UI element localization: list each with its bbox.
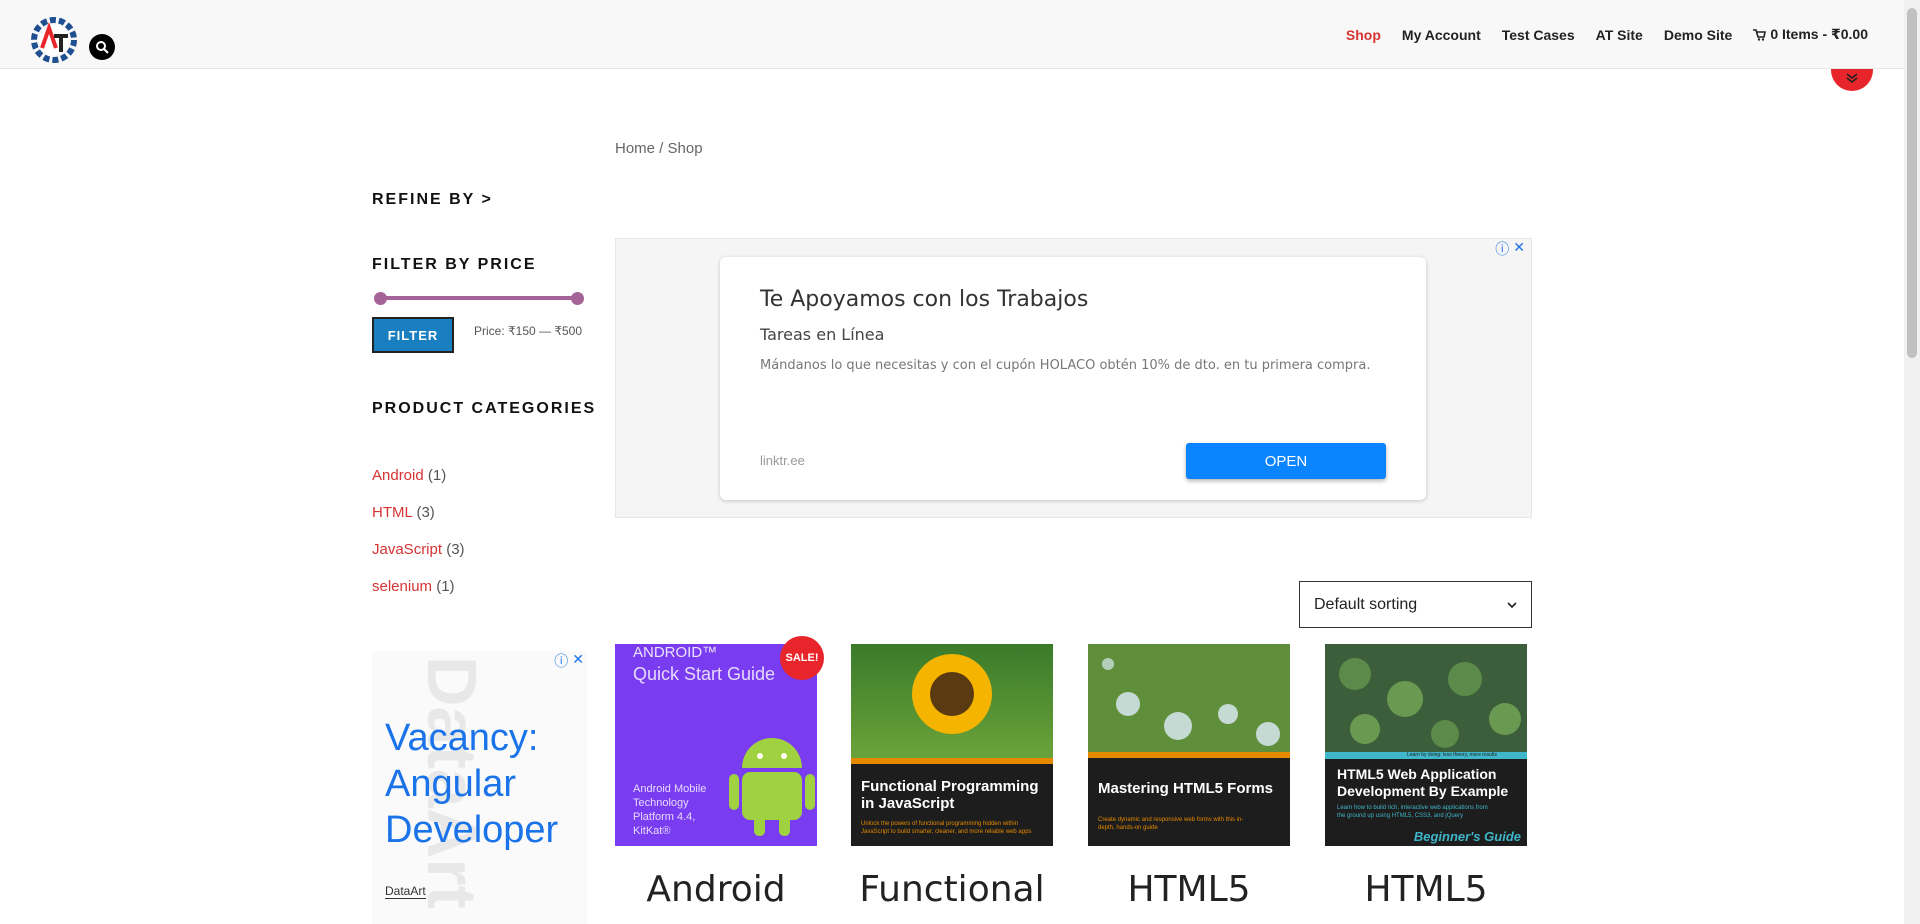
price-slider[interactable] <box>374 292 584 305</box>
close-icon[interactable]: ✕ <box>572 651 584 671</box>
android-mascot-icon <box>729 738 815 836</box>
top-header: Shop My Account Test Cases AT Site Demo … <box>0 0 1904 69</box>
product-image[interactable]: Learn by doing: less theory, more result… <box>1325 644 1527 846</box>
search-button[interactable] <box>89 34 115 60</box>
chevron-down-icon <box>1507 601 1517 608</box>
ad-open-button[interactable]: OPEN <box>1186 443 1386 479</box>
ad-choices[interactable]: ⓘ ✕ <box>1495 239 1525 259</box>
cover-band: Learn by doing: less theory, more result… <box>1325 752 1527 759</box>
sidebar-ad[interactable]: DataArt ⓘ ✕ Vacancy: Angular Developer Da… <box>372 651 587 924</box>
chevron-down-icon <box>1846 73 1858 83</box>
product-title[interactable]: HTML5 <box>1305 869 1547 910</box>
breadcrumb[interactable]: Home / Shop <box>615 140 703 157</box>
cover-top: ANDROID™ <box>633 644 718 661</box>
category-link-html[interactable]: HTML <box>372 504 412 521</box>
product-card[interactable]: Functional Programming in JavaScript Unl… <box>851 644 1053 910</box>
category-count: (3) <box>446 541 465 558</box>
price-slider-range <box>378 296 580 300</box>
cover-photo <box>851 644 1053 758</box>
cover-photo <box>1325 644 1527 752</box>
nav-my-account[interactable]: My Account <box>1402 26 1481 43</box>
nav-test-cases[interactable]: Test Cases <box>1502 26 1575 43</box>
info-icon[interactable]: ⓘ <box>1495 239 1509 259</box>
close-icon[interactable]: ✕ <box>1513 239 1525 259</box>
product-title[interactable]: Functional <box>831 869 1073 910</box>
cover-band <box>1088 752 1290 758</box>
category-item: Android (1) <box>372 467 465 504</box>
cover-blurb: Create dynamic and responsive web forms … <box>1098 817 1244 831</box>
ad-brand[interactable]: DataArt <box>385 884 426 899</box>
ad-description: Mándanos lo que necesitas y con el cupón… <box>760 358 1371 373</box>
cover-note: Android Mobile Technology Platform 4.4, … <box>633 783 707 837</box>
price-range-label: Price: ₹150 — ₹500 <box>474 324 582 338</box>
ad-subtitle: Tareas en Línea <box>760 325 885 344</box>
price-slider-max-handle[interactable] <box>571 292 584 305</box>
product-card[interactable]: Learn by doing: less theory, more result… <box>1325 644 1527 910</box>
cover-tag: Beginner's Guide <box>1413 829 1521 844</box>
sorting-select[interactable]: Default sorting <box>1299 581 1532 628</box>
categories-title: PRODUCT CATEGORIES <box>372 400 597 417</box>
main-nav: Shop My Account Test Cases AT Site Demo … <box>1346 26 1868 43</box>
category-list: Android (1) HTML (3) JavaScript (3) sele… <box>372 467 465 615</box>
category-item: selenium (1) <box>372 578 465 615</box>
main-ad[interactable]: ⓘ ✕ Te Apoyamos con los Trabajos Tareas e… <box>615 238 1532 518</box>
cover-title: Functional Programming in JavaScript <box>861 778 1039 812</box>
sunflower-icon <box>912 654 992 734</box>
category-item: HTML (3) <box>372 504 465 541</box>
cover-blurb: Learn how to build rich, interactive web… <box>1337 805 1488 819</box>
filter-button[interactable]: FILTER <box>372 317 454 353</box>
product-image[interactable]: Functional Programming in JavaScript Unl… <box>851 644 1053 846</box>
ad-choices[interactable]: ⓘ ✕ <box>554 651 584 671</box>
category-link-javascript[interactable]: JavaScript <box>372 541 442 558</box>
sale-badge: SALE! <box>780 636 824 680</box>
page-scrollbar[interactable] <box>1904 0 1920 924</box>
sorting-value: Default sorting <box>1314 595 1418 613</box>
product-card[interactable]: Mastering HTML5 Forms Create dynamic and… <box>1088 644 1290 910</box>
product-card[interactable]: ANDROID™ Quick Start Guide Android Mobil… <box>615 636 824 910</box>
nav-at-site[interactable]: AT Site <box>1596 26 1643 43</box>
cover-blurb: Unlock the powers of functional programm… <box>861 821 1032 835</box>
cover-title: HTML5 Web Application Development By Exa… <box>1337 766 1509 799</box>
search-icon <box>96 41 109 54</box>
product-title[interactable]: HTML5 <box>1068 869 1310 910</box>
info-icon[interactable]: ⓘ <box>554 651 568 671</box>
nav-cart[interactable]: 0 Items - ₹0.00 <box>1753 26 1868 43</box>
leaves-icon <box>1339 658 1521 748</box>
category-item: JavaScript (3) <box>372 541 465 578</box>
refine-title[interactable]: REFINE BY > <box>372 191 493 209</box>
ad-domain: linktr.ee <box>760 453 805 468</box>
product-image[interactable]: Mastering HTML5 Forms Create dynamic and… <box>1088 644 1290 846</box>
cover-title: Mastering HTML5 Forms <box>1098 780 1274 797</box>
cover-photo <box>1088 644 1290 752</box>
ad-title[interactable]: Te Apoyamos con los Trabajos <box>760 287 1088 312</box>
price-slider-min-handle[interactable] <box>374 292 387 305</box>
cart-label: 0 Items - ₹0.00 <box>1770 26 1868 42</box>
category-count: (1) <box>436 578 455 595</box>
nav-demo-site[interactable]: Demo Site <box>1664 26 1732 43</box>
cover-band <box>851 758 1053 764</box>
ad-headline[interactable]: Vacancy: Angular Developer <box>385 715 587 853</box>
nav-shop[interactable]: Shop <box>1346 26 1381 43</box>
site-logo[interactable] <box>28 14 80 66</box>
cover-subtitle: Quick Start Guide <box>633 664 776 684</box>
ad-card[interactable]: Te Apoyamos con los Trabajos Tareas en L… <box>720 257 1426 500</box>
filter-price-title: FILTER BY PRICE <box>372 256 537 273</box>
category-link-selenium[interactable]: selenium <box>372 578 432 595</box>
category-count: (3) <box>416 504 435 521</box>
scrollbar-thumb[interactable] <box>1907 8 1917 358</box>
cart-icon <box>1753 28 1767 41</box>
category-link-android[interactable]: Android <box>372 467 424 484</box>
product-title[interactable]: Android <box>595 869 837 910</box>
category-count: (1) <box>427 467 447 484</box>
water-drops-icon <box>1102 658 1280 746</box>
